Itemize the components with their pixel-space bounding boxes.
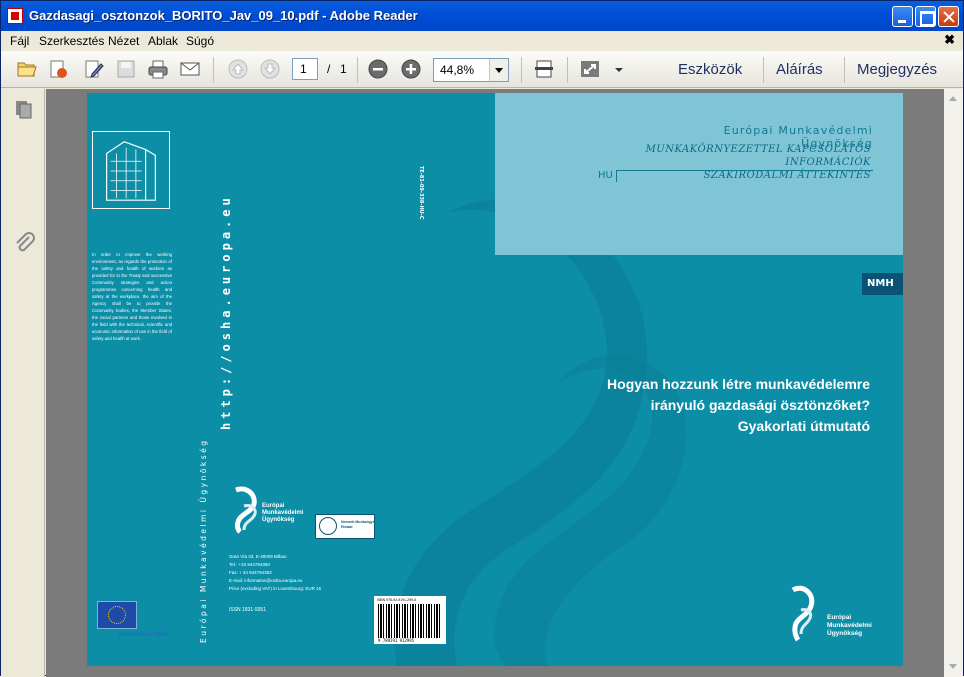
toolbar-separator: [521, 57, 522, 83]
fit-page-icon[interactable]: [533, 59, 555, 79]
partner-logo: Nemzeti Munkaügyi Hivatal: [315, 514, 375, 539]
maximize-button[interactable]: [915, 6, 936, 27]
building-illustration: [92, 131, 170, 209]
sign-panel-button[interactable]: Aláírás: [776, 61, 823, 78]
app-window: Gazdasagi_osztonzok_BORITO_Jav_09_10.pdf…: [0, 0, 964, 677]
email-icon[interactable]: [179, 59, 201, 79]
agency-logo-text: Európai Munkavédelmi Ügynökség: [262, 503, 303, 524]
edit-document-icon[interactable]: [83, 59, 105, 79]
zoom-out-icon[interactable]: [367, 59, 389, 79]
series-line-3: SZAKIRODALMI ÁTTEKINTÉS: [703, 170, 871, 181]
agency-logo-icon: [791, 585, 815, 642]
save-disk-icon[interactable]: [115, 59, 137, 79]
address-line-2: Tel.: +34 944794360: [229, 562, 270, 567]
menu-edit[interactable]: Szerkesztés: [39, 34, 104, 48]
next-page-icon[interactable]: [259, 59, 281, 79]
full-screen-icon[interactable]: [579, 59, 601, 79]
barcode-number: 9 789291 912995: [378, 638, 415, 643]
issn: ISSN 1831-9351: [229, 607, 266, 613]
attachments-paperclip-icon[interactable]: [13, 231, 37, 255]
address-line-4: E-mail: information@osha.europa.eu: [229, 578, 303, 583]
page-thumbnails-icon[interactable]: [14, 99, 34, 119]
address-line-3: Fax: + 34 944794383: [229, 570, 272, 575]
toolbar-separator: [567, 57, 568, 83]
page-separator: /: [327, 62, 331, 76]
minimize-button[interactable]: [892, 6, 913, 27]
print-icon[interactable]: [147, 59, 169, 79]
logo-line-3: Ügynökség: [827, 630, 863, 637]
zoom-dropdown-button[interactable]: [489, 59, 508, 81]
document-title-line-2: irányuló gazdasági ösztönzőket?: [650, 397, 870, 413]
navigation-panel: [1, 89, 45, 677]
vertical-scrollbar[interactable]: [944, 89, 963, 677]
nmh-badge: NMH: [862, 273, 903, 295]
menu-file[interactable]: Fájl: [10, 34, 29, 48]
document-title-line-1: Hogyan hozzunk létre munkavédelemre: [607, 376, 870, 392]
open-file-icon[interactable]: [15, 59, 37, 79]
logo-line-2: Munkavédelmi: [262, 510, 304, 516]
logo-line-1: Európai: [262, 503, 285, 509]
window-title: Gazdasagi_osztonzok_BORITO_Jav_09_10.pdf…: [29, 8, 418, 23]
language-rule-line: [617, 170, 873, 171]
chevron-down-icon[interactable]: [613, 59, 625, 79]
eu-publications-logo: [97, 601, 137, 629]
toolbar-separator: [213, 57, 214, 83]
scroll-up-button[interactable]: [944, 89, 963, 106]
logo-line-2: Munkavédelmi: [827, 622, 872, 629]
publications-office-label: Publications Office: [119, 632, 169, 638]
address-line-5: Price (excluding VAT) in Luxembourg: EUR…: [229, 586, 322, 591]
isbn-text: ISBN 978-92-9191-299-5: [377, 598, 417, 602]
menu-bar: Fájl Szerkesztés Nézet Ablak Súgó ✖: [1, 31, 963, 51]
logo-line-3: Ügynökség: [262, 517, 295, 523]
close-button[interactable]: [938, 6, 959, 27]
series-line-1: MUNKAKÖRNYEZETTEL KAPCSOLATOS: [645, 144, 871, 155]
zoom-value[interactable]: 44,8%: [440, 63, 474, 77]
eu-stars-icon: [108, 606, 126, 624]
zoom-select[interactable]: 44,8%: [433, 58, 509, 82]
previous-page-icon[interactable]: [227, 59, 249, 79]
language-rule: [616, 170, 626, 182]
comment-panel-button[interactable]: Megjegyzés: [857, 61, 937, 78]
tools-panel-button[interactable]: Eszközök: [678, 61, 742, 78]
zoom-in-icon[interactable]: [400, 59, 422, 79]
adobe-reader-icon: [7, 8, 23, 24]
partner-logo-text: Nemzeti Munkaügyi Hivatal: [341, 520, 374, 529]
agency-logo-text: Európai Munkavédelmi Ügynökség: [827, 614, 872, 638]
menu-view[interactable]: Nézet: [108, 34, 139, 48]
title-bar: Gazdasagi_osztonzok_BORITO_Jav_09_10.pdf…: [1, 1, 963, 31]
menu-help[interactable]: Súgó: [186, 34, 214, 48]
close-document-icon[interactable]: ✖: [944, 32, 955, 48]
pdf-page: Európai Munkavédelmi Ügynökség MUNKAKÖRN…: [87, 93, 903, 666]
create-pdf-icon[interactable]: [47, 59, 69, 79]
barcode-bars: [378, 604, 442, 638]
logo-line-1: Európai: [827, 614, 852, 621]
spine-agency-name: Európai Munkavédelmi Ügynökség: [199, 438, 208, 643]
document-subtitle: Gyakorlati útmutató: [737, 418, 870, 434]
menu-window[interactable]: Ablak: [148, 34, 178, 48]
partner-emblem-icon: [319, 517, 337, 535]
page-number-input[interactable]: 1: [292, 58, 318, 80]
toolbar-separator: [763, 57, 764, 83]
series-line-2: INFORMÁCIÓK: [785, 157, 871, 168]
page-total: 1: [340, 62, 347, 76]
scroll-down-button[interactable]: [944, 658, 963, 675]
catalogue-code: TE-81-09-338-HU-C: [418, 166, 424, 220]
address-line-1: Gran Vía 33, E-48009 Bilbao: [229, 554, 287, 559]
spine-url: http://osha.europa.eu: [219, 194, 233, 430]
toolbar-separator: [844, 57, 845, 83]
toolbar-separator: [357, 57, 358, 83]
agency-mission-text: In order to improve the working environm…: [92, 252, 172, 341]
language-code: HU: [598, 170, 613, 181]
isbn-barcode: ISBN 978-92-9191-299-5 9 789291 912995: [374, 596, 446, 644]
